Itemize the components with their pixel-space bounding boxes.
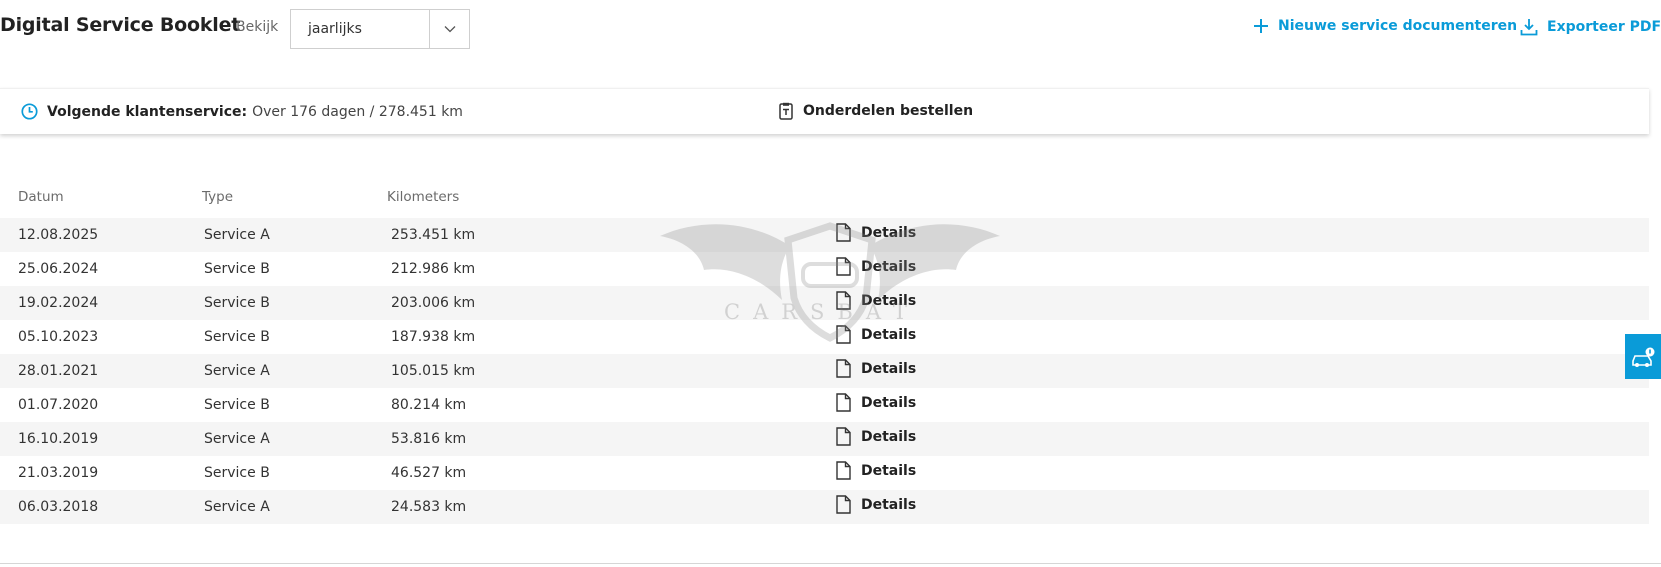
details-label: Details	[861, 394, 917, 411]
order-parts-link[interactable]: Onderdelen bestellen	[779, 102, 973, 120]
column-header-type: Type	[202, 189, 234, 205]
order-parts-label: Onderdelen bestellen	[803, 103, 974, 119]
cell-type: Service A	[204, 499, 270, 515]
document-icon	[836, 427, 851, 446]
details-link[interactable]: Details	[836, 427, 916, 446]
side-assistant-button[interactable]	[1625, 334, 1661, 379]
export-pdf-label: Exporteer PDF	[1547, 19, 1661, 35]
details-label: Details	[861, 428, 917, 445]
plus-icon	[1254, 19, 1268, 33]
cell-date: 06.03.2018	[18, 499, 99, 515]
cell-km: 212.986 km	[391, 261, 476, 277]
view-period-select[interactable]: jaarlijks	[290, 9, 470, 49]
details-link[interactable]: Details	[836, 325, 916, 344]
table-row: 19.02.2024 Service B 203.006 km Details	[0, 286, 1649, 320]
clipboard-icon	[779, 102, 793, 120]
cell-date: 25.06.2024	[18, 261, 99, 277]
cell-km: 80.214 km	[391, 397, 467, 413]
car-notification-icon	[1632, 347, 1655, 367]
cell-km: 24.583 km	[391, 499, 467, 515]
cell-type: Service B	[204, 261, 270, 277]
cell-type: Service A	[204, 363, 270, 379]
document-icon	[836, 495, 851, 514]
table-row: 28.01.2021 Service A 105.015 km Details	[0, 354, 1649, 388]
chevron-down-icon[interactable]	[429, 10, 469, 48]
cell-type: Service B	[204, 329, 270, 345]
clock-icon	[21, 103, 38, 120]
cell-type: Service A	[204, 431, 270, 447]
details-label: Details	[861, 292, 917, 309]
divider	[0, 563, 1661, 564]
document-icon	[836, 393, 851, 412]
cell-date: 19.02.2024	[18, 295, 99, 311]
table-body: 12.08.2025 Service A 253.451 km Details 25.0…	[0, 218, 1649, 524]
details-link[interactable]: Details	[836, 495, 916, 514]
details-label: Details	[861, 496, 917, 513]
next-service-label: Volgende klantenservice:	[47, 103, 248, 120]
table-row: 25.06.2024 Service B 212.986 km Details	[0, 252, 1649, 286]
new-service-label: Nieuwe service documenteren	[1278, 18, 1518, 34]
cell-type: Service A	[204, 227, 270, 243]
table-row: 01.07.2020 Service B 80.214 km Details	[0, 388, 1649, 422]
download-icon	[1520, 19, 1538, 36]
details-label: Details	[861, 258, 917, 275]
details-link[interactable]: Details	[836, 291, 916, 310]
cell-km: 46.527 km	[391, 465, 467, 481]
details-link[interactable]: Details	[836, 359, 916, 378]
next-service-value: Over 176 dagen / 278.451 km	[252, 103, 463, 120]
table-row: 21.03.2019 Service B 46.527 km Details	[0, 456, 1649, 490]
table-row: 16.10.2019 Service A 53.816 km Details	[0, 422, 1649, 456]
view-period-value: jaarlijks	[308, 21, 362, 37]
details-label: Details	[861, 360, 917, 377]
service-info-bar: Volgende klantenservice: Over 176 dagen …	[0, 88, 1649, 134]
cell-date: 16.10.2019	[18, 431, 99, 447]
cell-date: 01.07.2020	[18, 397, 99, 413]
cell-date: 05.10.2023	[18, 329, 99, 345]
table-row: 05.10.2023 Service B 187.938 km Details	[0, 320, 1649, 354]
cell-date: 28.01.2021	[18, 363, 99, 379]
cell-km: 203.006 km	[391, 295, 476, 311]
page-title: Digital Service Booklet	[0, 14, 241, 36]
cell-km: 187.938 km	[391, 329, 476, 345]
details-link[interactable]: Details	[836, 393, 916, 412]
details-label: Details	[861, 224, 917, 241]
details-link[interactable]: Details	[836, 257, 916, 276]
next-service-info: Volgende klantenservice: Over 176 dagen …	[21, 103, 463, 120]
details-link[interactable]: Details	[836, 461, 916, 480]
document-icon	[836, 325, 851, 344]
cell-km: 53.816 km	[391, 431, 467, 447]
document-icon	[836, 257, 851, 276]
cell-km: 105.015 km	[391, 363, 476, 379]
cell-date: 12.08.2025	[18, 227, 99, 243]
document-icon	[836, 359, 851, 378]
cell-date: 21.03.2019	[18, 465, 99, 481]
table-row: 06.03.2018 Service A 24.583 km Details	[0, 490, 1649, 524]
cell-type: Service B	[204, 397, 270, 413]
details-label: Details	[861, 462, 917, 479]
column-header-km: Kilometers	[387, 189, 460, 205]
new-service-button[interactable]: Nieuwe service documenteren	[1253, 18, 1517, 34]
cell-type: Service B	[204, 295, 270, 311]
table-header: Datum Type Kilometers	[0, 182, 1649, 218]
document-icon	[836, 223, 851, 242]
view-label: Bekijk	[236, 19, 279, 35]
column-header-date: Datum	[18, 189, 64, 205]
details-link[interactable]: Details	[836, 223, 916, 242]
cell-km: 253.451 km	[391, 227, 476, 243]
details-label: Details	[861, 326, 917, 343]
service-history-table: Datum Type Kilometers 12.08.2025 Service …	[0, 182, 1649, 524]
document-icon	[836, 291, 851, 310]
page-header: Digital Service Booklet Bekijk jaarlijks…	[0, 0, 1661, 56]
table-row: 12.08.2025 Service A 253.451 km Details	[0, 218, 1649, 252]
export-pdf-button[interactable]: Exporteer PDF	[1520, 18, 1661, 36]
cell-type: Service B	[204, 465, 270, 481]
document-icon	[836, 461, 851, 480]
